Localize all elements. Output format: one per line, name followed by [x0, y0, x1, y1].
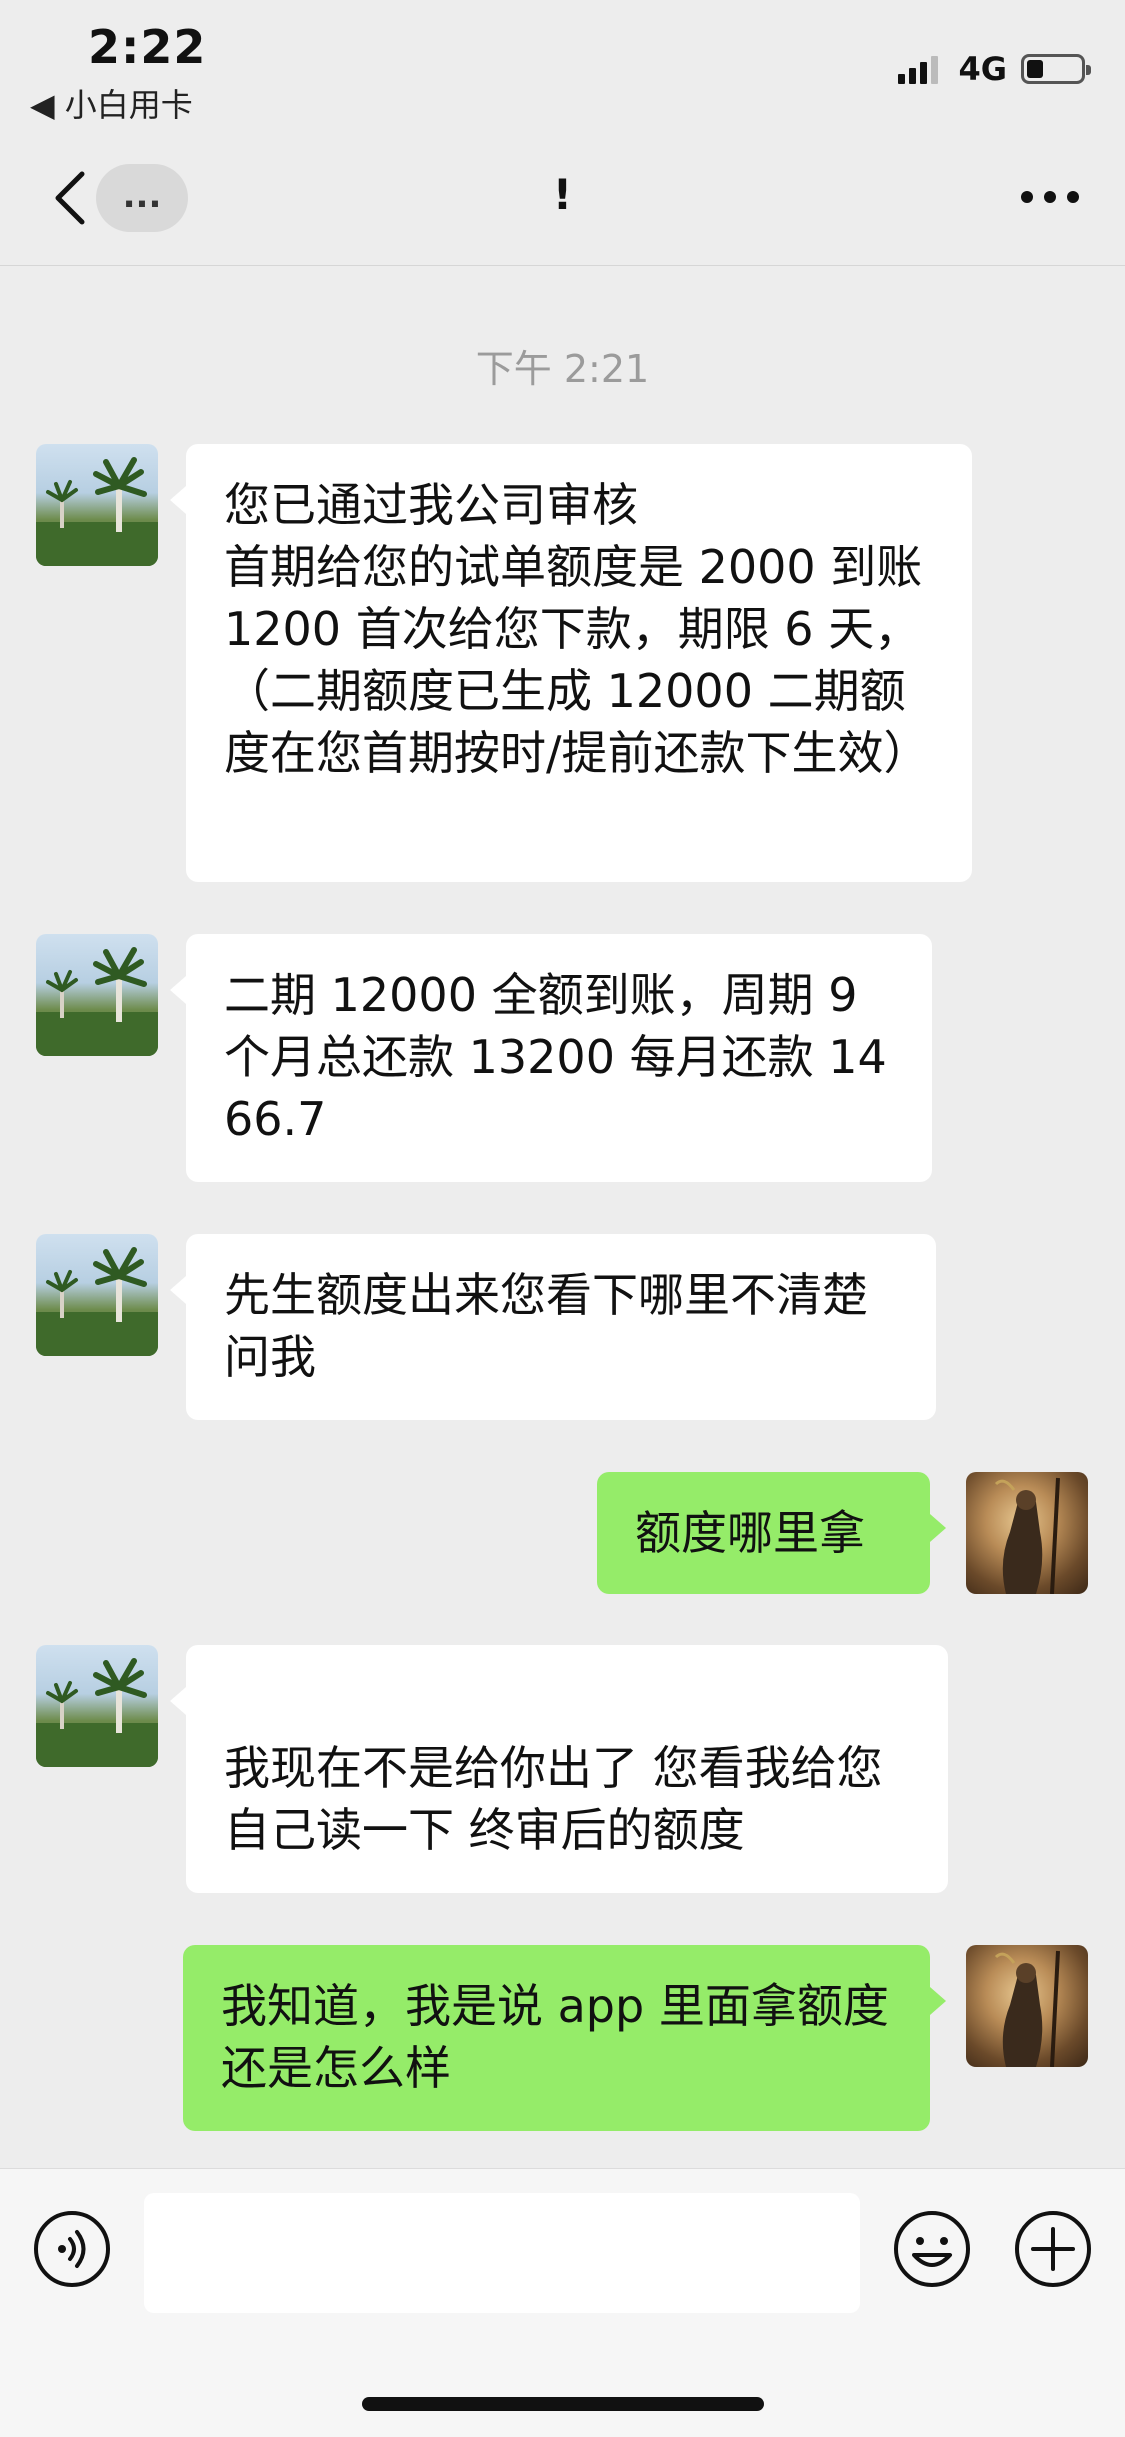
- battery-icon: [1021, 54, 1091, 84]
- message-bubble-incoming[interactable]: 您已通过我公司审核 首期给您的试单额度是 2000 到账 1200 首次给您下款…: [170, 444, 972, 882]
- message-bubble-outgoing[interactable]: 我知道，我是说 app 里面拿额度还是怎么样: [183, 1945, 946, 2131]
- status-indicators: 4G: [898, 50, 1091, 88]
- message-input[interactable]: [144, 2193, 860, 2313]
- my-avatar[interactable]: [966, 1472, 1088, 1594]
- message-bubble-incoming[interactable]: 先生额度出来您看下哪里不清楚问我: [170, 1234, 936, 1420]
- cellular-signal-icon: [898, 54, 942, 84]
- battery-level: [1027, 60, 1043, 78]
- back-to-app-link[interactable]: ◀ 小白用卡: [30, 80, 193, 126]
- more-horizontal-icon[interactable]: [1015, 172, 1085, 222]
- contact-avatar[interactable]: [36, 934, 158, 1056]
- contact-avatar[interactable]: [36, 444, 158, 566]
- palm-tree-image: [36, 457, 158, 566]
- plus-icon[interactable]: [1013, 2209, 1093, 2289]
- palm-tree-image: [36, 1658, 158, 1767]
- my-avatar[interactable]: [966, 1945, 1088, 2067]
- contact-avatar[interactable]: [36, 1645, 158, 1767]
- chat-header: ... !: [0, 130, 1125, 266]
- emoji-icon[interactable]: [892, 2209, 972, 2289]
- warrior-image: [994, 1950, 1060, 2067]
- warrior-image: [994, 1477, 1060, 1594]
- message-bubble-incoming[interactable]: 二期 12000 全额到账，周期 9 个月总还款 13200 每月还款 1466…: [170, 934, 932, 1182]
- contact-avatar[interactable]: [36, 1234, 158, 1356]
- palm-tree-image: [36, 947, 158, 1056]
- palm-tree-image: [36, 1247, 158, 1356]
- input-bar: [0, 2168, 1125, 2437]
- message-bubble-incoming[interactable]: 我现在不是给你出了 您看我给您 自己读一下 终审后的额度: [170, 1645, 948, 1893]
- voice-icon[interactable]: [32, 2209, 112, 2289]
- chat-title: !: [552, 170, 573, 219]
- home-indicator[interactable]: [362, 2397, 764, 2411]
- network-type: 4G: [958, 50, 1007, 88]
- message-bubble-outgoing[interactable]: 额度哪里拿: [597, 1472, 946, 1594]
- status-bar: 2:22 ◀ 小白用卡 4G: [0, 0, 1125, 130]
- status-time: 2:22: [88, 20, 207, 74]
- message-timestamp: 下午 2:21: [475, 347, 650, 391]
